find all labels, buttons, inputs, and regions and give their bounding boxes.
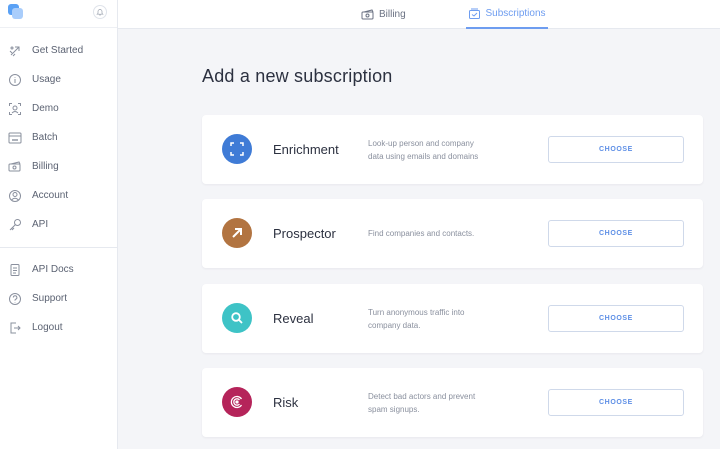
notification-bell-icon[interactable]	[93, 5, 107, 19]
csv-icon	[8, 131, 22, 145]
sidebar-item-label: Account	[32, 190, 69, 201]
sidebar-item-usage[interactable]: Usage	[0, 65, 117, 94]
sidebar-divider	[0, 247, 117, 248]
logout-icon	[8, 321, 22, 335]
sidebar-item-label: Billing	[32, 161, 59, 172]
sidebar-item-account[interactable]: Account	[0, 181, 117, 210]
sidebar-item-get-started[interactable]: Get Started	[0, 36, 117, 65]
choose-reveal-button[interactable]: CHOOSE	[548, 305, 684, 332]
reveal-icon	[222, 303, 252, 333]
sidebar-item-api[interactable]: API	[0, 210, 117, 239]
help-icon	[8, 292, 22, 306]
tab-subscriptions[interactable]: Subscriptions	[466, 0, 548, 29]
risk-icon	[222, 387, 252, 417]
top-tab-bar: Billing Subscriptions	[118, 0, 720, 29]
choose-prospector-button[interactable]: CHOOSE	[548, 220, 684, 247]
sidebar-item-api-docs[interactable]: API Docs	[0, 255, 117, 284]
sidebar-item-label: API Docs	[32, 264, 74, 275]
sidebar-item-logout[interactable]: Logout	[0, 313, 117, 342]
sidebar-item-label: Get Started	[32, 45, 84, 56]
sidebar: Get Started Usage Demo Batch Billing Acc…	[0, 0, 118, 449]
choose-enrichment-button[interactable]: CHOOSE	[548, 136, 684, 163]
product-description: Detect bad actors and prevent spam signu…	[368, 391, 476, 414]
document-icon	[8, 263, 22, 277]
key-icon	[8, 218, 22, 232]
product-description: Turn anonymous traffic into company data…	[368, 307, 465, 330]
sidebar-primary-nav: Get Started Usage Demo Batch Billing Acc…	[0, 28, 117, 239]
prospector-icon	[222, 218, 252, 248]
choose-risk-button[interactable]: CHOOSE	[548, 389, 684, 416]
sidebar-header	[0, 0, 117, 28]
sidebar-secondary-nav: API Docs Support Logout	[0, 255, 117, 342]
page-title: Add a new subscription	[202, 66, 393, 86]
subscriptions-icon	[468, 8, 481, 20]
product-card-risk: Risk Detect bad actors and prevent spam …	[202, 368, 703, 437]
sidebar-item-label: Usage	[32, 74, 61, 85]
product-card-reveal: Reveal Turn anonymous traffic into compa…	[202, 284, 703, 353]
money-icon	[361, 8, 375, 21]
sidebar-item-support[interactable]: Support	[0, 284, 117, 313]
product-name: Prospector	[273, 226, 336, 241]
sidebar-item-label: Batch	[32, 132, 58, 143]
product-card-enrichment: Enrichment Look-up person and company da…	[202, 115, 703, 184]
sidebar-item-batch[interactable]: Batch	[0, 123, 117, 152]
user-circle-icon	[8, 189, 22, 203]
product-description: Look-up person and company data using em…	[368, 138, 479, 161]
rocket-icon	[8, 44, 22, 58]
sidebar-item-demo[interactable]: Demo	[0, 94, 117, 123]
logo[interactable]	[8, 4, 23, 19]
sidebar-item-label: API	[32, 219, 49, 230]
product-card-prospector: Prospector Find companies and contacts. …	[202, 199, 703, 268]
tab-billing[interactable]: Billing	[361, 0, 406, 29]
enrichment-icon	[222, 134, 252, 164]
sidebar-item-label: Demo	[32, 103, 59, 114]
sidebar-item-billing[interactable]: Billing	[0, 152, 117, 181]
person-scan-icon	[8, 102, 22, 116]
tab-label: Billing	[379, 9, 406, 20]
product-description: Find companies and contacts.	[368, 229, 475, 238]
sidebar-item-label: Support	[32, 293, 68, 304]
product-name: Risk	[273, 395, 299, 410]
product-name: Enrichment	[273, 142, 339, 157]
sidebar-item-label: Logout	[32, 322, 63, 333]
product-name: Reveal	[273, 311, 314, 326]
money-icon	[8, 160, 22, 174]
tab-label: Subscriptions	[485, 8, 546, 19]
info-icon	[8, 73, 22, 87]
